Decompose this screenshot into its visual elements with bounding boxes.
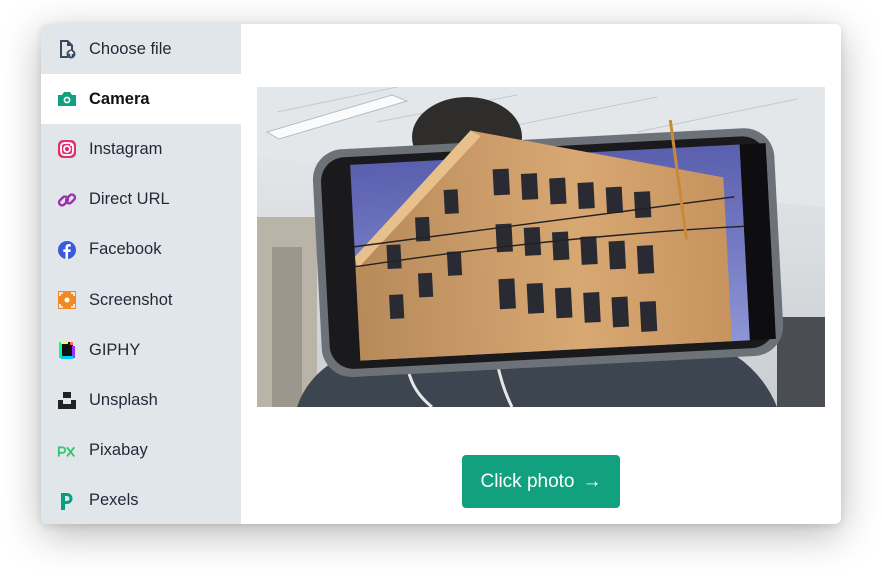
camera-preview [257,87,825,407]
file-upload-icon [57,39,77,59]
sidebar-item-label: Pixabay [89,441,148,460]
giphy-icon [57,340,77,360]
camera-icon [57,89,77,109]
instagram-icon [57,139,77,159]
sidebar-item-unsplash[interactable]: Unsplash [41,375,241,425]
facebook-icon [57,240,77,260]
unsplash-icon [57,390,77,410]
sidebar-item-screenshot[interactable]: Screenshot [41,275,241,325]
upload-dialog: Choose file Camera Instagram Direct URL … [41,24,841,524]
sidebar-item-label: Camera [89,89,150,108]
sidebar-item-pexels[interactable]: Pexels [41,476,241,524]
sidebar-item-camera[interactable]: Camera [41,74,241,125]
sidebar-item-label: Facebook [89,240,162,259]
arrow-right-icon: → [582,470,602,492]
link-icon [57,190,77,210]
sidebar-item-label: GIPHY [89,340,141,359]
sidebar-item-giphy[interactable]: GIPHY [41,325,241,375]
camera-panel: Click photo → [241,24,841,524]
sidebar-item-pixabay[interactable]: Pixabay [41,426,241,476]
click-photo-button[interactable]: Click photo → [462,455,620,508]
sidebar-item-choose-file[interactable]: Choose file [41,24,241,74]
sidebar-item-label: Choose file [89,39,172,58]
source-sidebar: Choose file Camera Instagram Direct URL … [41,24,241,524]
click-photo-label: Click photo [480,470,575,492]
sidebar-item-label: Pexels [89,491,139,510]
sidebar-item-direct-url[interactable]: Direct URL [41,175,241,225]
sidebar-item-instagram[interactable]: Instagram [41,124,241,174]
pexels-icon [57,491,77,511]
sidebar-item-facebook[interactable]: Facebook [41,225,241,275]
sidebar-item-label: Direct URL [89,190,170,209]
sidebar-item-label: Instagram [89,139,163,158]
pixabay-icon [57,441,77,461]
sidebar-item-label: Screenshot [89,290,173,309]
screenshot-icon [57,290,77,310]
sidebar-item-label: Unsplash [89,390,158,409]
